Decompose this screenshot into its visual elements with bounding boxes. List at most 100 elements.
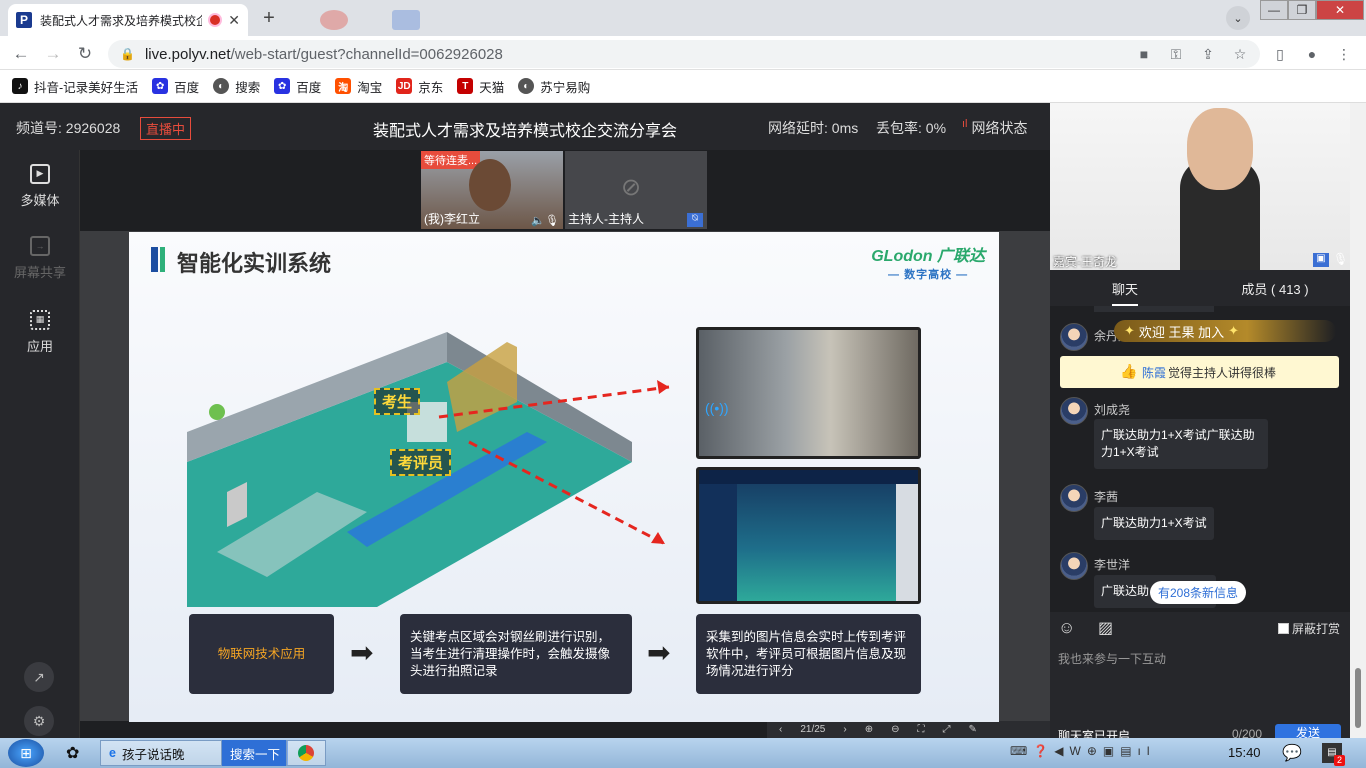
clock[interactable]: 15:40 (1228, 745, 1261, 760)
flow-arrow-2-icon: ➡ (647, 637, 671, 668)
chat-input-area: ☺ ▨ 屏蔽打赏 我也来参与一下互动 聊天室已开启 0/200 发送 (1050, 612, 1350, 743)
zoom-in-icon[interactable]: ⊕ (865, 724, 873, 735)
host-video-tile[interactable]: ⊘ 主持人-主持人 ⍉ (565, 151, 707, 229)
next-page-icon[interactable]: › (843, 724, 846, 735)
fullscreen-icon[interactable]: ⤢ (943, 724, 951, 735)
sparkle-icon: ✦ (1228, 323, 1240, 338)
live-header: 频道号: 2926028 直播中 装配式人才需求及培养模式校企交流分享会 网络延… (0, 103, 1050, 150)
guest-face (1187, 108, 1253, 190)
bookmark-baidu[interactable]: ✿ 百度 (152, 77, 199, 96)
network-status[interactable]: ıl 网络状态 (962, 118, 1028, 138)
close-tab-icon[interactable]: ✕ (228, 12, 240, 29)
scrollbar-thumb[interactable] (1355, 668, 1361, 728)
sidebar-item-screen-share[interactable]: → 屏幕共享 (0, 222, 80, 294)
bookmark-taobao[interactable]: 淘淘宝 (335, 77, 382, 96)
taobao-icon: 淘 (335, 78, 352, 94)
flow-step-upload: 采集到的图片信息会实时上传到考评软件中，考评员可根据图片信息及现场情况进行评分 (696, 614, 921, 694)
bookmark-search[interactable]: ◐ 搜索 (213, 77, 260, 96)
fit-icon[interactable]: ⛶ (918, 724, 925, 735)
tab-chat[interactable]: 聊天 (1095, 270, 1155, 306)
checkbox-box[interactable] (1278, 623, 1289, 634)
sidebar-item-media[interactable]: ▶ 多媒体 (0, 150, 80, 222)
bookmark-star-icon[interactable]: ☆ (1230, 44, 1250, 64)
external-link-icon[interactable]: ↗ (24, 662, 54, 692)
pen-icon[interactable]: ✎ (969, 724, 977, 735)
start-button-icon[interactable]: ⊞ (8, 739, 44, 767)
speaker-mic-icon[interactable]: 🔈🎙 (531, 214, 559, 227)
close-window-button[interactable]: ✕ (1316, 0, 1364, 20)
avatar (1060, 323, 1088, 351)
bubble-remnant (1094, 306, 1214, 312)
left-sidebar: ▶ 多媒体 → 屏幕共享 ▦ 应用 ↗ ⚙ (0, 150, 80, 738)
key-icon[interactable]: ⚿ (1166, 44, 1186, 64)
app-icon[interactable]: ✿ (58, 740, 87, 766)
browser-tab-active[interactable]: P 装配式人才需求及培养模式校企 ✕ (8, 4, 248, 36)
sidepanel-icon[interactable]: ▯ (1270, 44, 1290, 64)
image-icon[interactable]: ▨ (1098, 618, 1113, 638)
bookmark-jd[interactable]: JD 京东 (396, 77, 443, 96)
url-bar[interactable]: 🔒 live.polyv.net/web-start/guest?channel… (108, 40, 1260, 68)
bookmark-tmall[interactable]: T 天猫 (457, 77, 504, 96)
bookmark-suning[interactable]: ◐ 苏宁易购 (518, 77, 590, 96)
reload-icon[interactable]: ↻ (74, 43, 96, 65)
notification-icon[interactable]: 💬 (1282, 743, 1302, 763)
chat-input[interactable]: 我也来参与一下互动 (1058, 650, 1166, 667)
guest-video[interactable]: 嘉宾-王奇龙 ▣ 🎙 (1050, 103, 1350, 270)
camera-icon[interactable]: ■ (1134, 44, 1154, 64)
mic-muted-icon[interactable]: ⍉ (687, 213, 703, 227)
windows-taskbar: ⊞ ✿ e 孩子说话晚 搜索一下 ⌨❓◀W⊕▣▤ıl 15:40 💬 ▤ 2 (0, 738, 1366, 768)
bookmark-baidu-2[interactable]: ✿ 百度 (274, 77, 321, 96)
share-icon[interactable]: ⇪ (1198, 44, 1218, 64)
channel-number: 频道号: 2926028 (16, 120, 121, 136)
emoji-icon[interactable]: ☺ (1058, 618, 1075, 638)
prev-page-icon[interactable]: ‹ (779, 724, 782, 735)
chat-bubble: 广联达助力1+X考试 (1094, 507, 1214, 540)
chrome-tab-ghost-icon (320, 10, 348, 30)
taskbar-ie-item[interactable]: e 孩子说话晚 (100, 740, 222, 766)
forward-icon[interactable]: → (42, 43, 64, 65)
url-host: live.polyv.net (144, 45, 231, 63)
camera-off-icon: ⊘ (621, 174, 642, 201)
block-gift-checkbox[interactable]: 屏蔽打赏 (1278, 620, 1340, 637)
software-right-list (896, 484, 918, 601)
tmall-icon: T (457, 78, 474, 94)
restore-window-button[interactable]: ❐ (1288, 0, 1316, 20)
thumbs-up-icon: 👍 (1120, 363, 1138, 379)
taskbar-chrome-item[interactable] (286, 740, 326, 766)
minimize-window-button[interactable]: — (1260, 0, 1288, 20)
address-toolbar: ← → ↻ 🔒 live.polyv.net/web-start/guest?c… (0, 36, 1366, 70)
tray-icons[interactable]: ⌨❓◀W⊕▣▤ıl (1010, 744, 1156, 758)
bookmarks-bar: ♪ 抖音-记录美好生活 ✿ 百度 ◐ 搜索 ✿ 百度 淘淘宝 JD 京东 T 天猫 ◐ 苏宁易… (0, 70, 1366, 103)
guest-label: 嘉宾-王奇龙 (1053, 255, 1117, 269)
profile-icon[interactable]: ● (1302, 44, 1322, 64)
wifi-signal-icon: ((•)) (705, 400, 729, 416)
notification-count-badge: 2 (1334, 755, 1345, 766)
settings-gear-icon[interactable]: ⚙ (24, 706, 54, 736)
welcome-banner: ✦ 欢迎 王果 加入 ✦ (1114, 320, 1336, 342)
new-messages-button[interactable]: 有208条新信息 (1150, 581, 1247, 604)
software-header-bar (699, 470, 918, 484)
taskbar-search-button[interactable]: 搜索一下 (222, 740, 289, 766)
sidebar-item-apps[interactable]: ▦ 应用 (0, 296, 80, 368)
page-indicator: 21/25 (800, 724, 826, 735)
my-face (469, 159, 511, 211)
zoom-out-icon[interactable]: ⊖ (891, 724, 899, 735)
bookmark-douyin[interactable]: ♪ 抖音-记录美好生活 (12, 77, 138, 96)
menu-kebab-icon[interactable]: ⋮ (1334, 44, 1354, 64)
screen-icon[interactable]: ▣ (1313, 253, 1329, 267)
tab-search-dropdown-icon[interactable]: ⌄ (1226, 6, 1250, 30)
flow-step-iot: 物联网技术应用 (189, 614, 334, 694)
ie-icon: e (109, 746, 116, 760)
my-video-tile[interactable]: 等待连麦... (我)李红立 🔈🎙 (421, 151, 563, 229)
avatar (1060, 484, 1088, 512)
ppt-slide: 智能化实训系统 GLodon 广联达 — 数字高校 — 考生 考评员 ((•)) … (129, 232, 999, 722)
slide-title: 智能化实训系统 (177, 251, 332, 276)
mic-icon[interactable]: 🎙 (1333, 252, 1348, 266)
like-notification: 👍 陈霞 觉得主持人讲得很棒 (1060, 356, 1339, 388)
right-panel: 嘉宾-王奇龙 ▣ 🎙 聊天 成员 ( 413 ) 余丹丹 ✦ 欢迎 王果 加入 ✦ … (1050, 103, 1366, 743)
new-tab-button[interactable]: + (256, 6, 282, 30)
browser-tab-strip: P 装配式人才需求及培养模式校企 ✕ + ⌄ — ❐ ✕ (0, 0, 1366, 36)
tab-members[interactable]: 成员 ( 413 ) (1230, 270, 1320, 306)
back-icon[interactable]: ← (10, 43, 32, 65)
page-scrollbar[interactable] (1350, 103, 1366, 738)
